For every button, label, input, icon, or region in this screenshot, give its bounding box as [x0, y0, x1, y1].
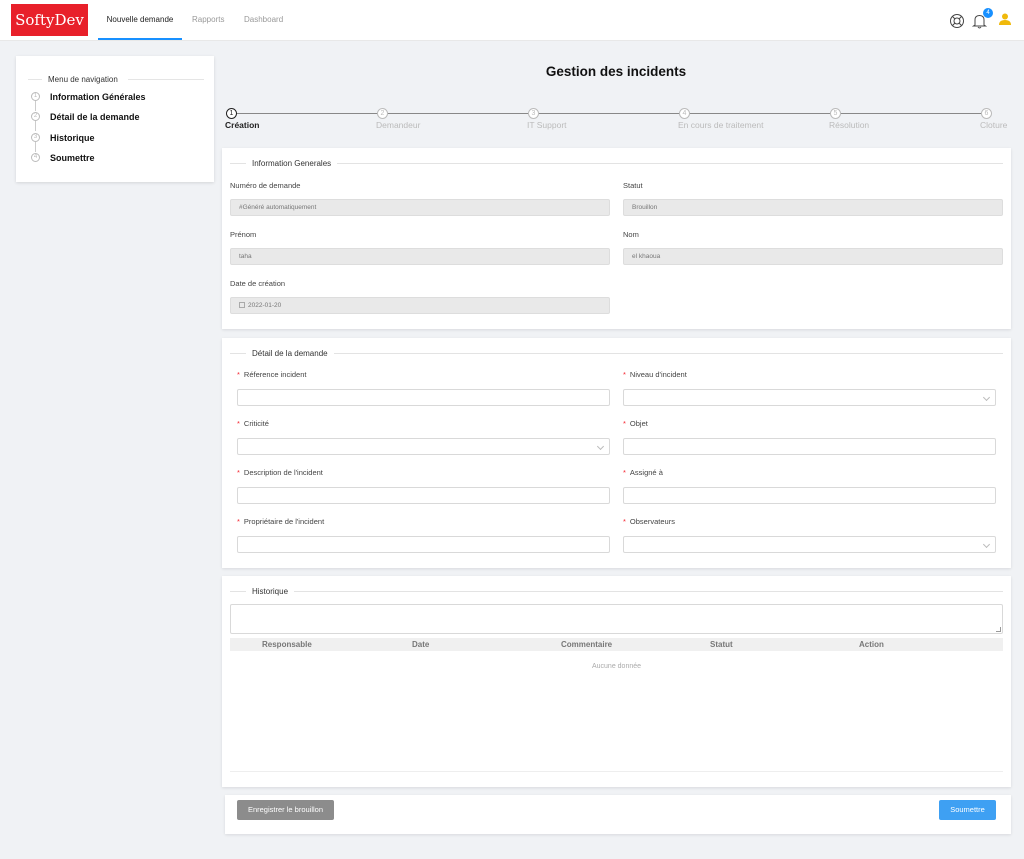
historique-table-header — [230, 638, 1003, 651]
actions-card — [225, 795, 1011, 834]
prenom-label: Prénom — [230, 230, 257, 239]
side-step-number: 3 — [31, 133, 40, 142]
observateurs-select[interactable] — [623, 536, 996, 553]
chevron-down-icon — [982, 393, 991, 402]
step-number: 1 — [226, 108, 237, 119]
date-creation-label: Date de création — [230, 279, 286, 288]
proprietaire-incident-label: * Propriétaire de l'incident — [237, 517, 325, 526]
table-bottom-divider — [230, 771, 1003, 772]
criticite-select[interactable] — [237, 438, 610, 455]
steps-progress-line — [236, 113, 981, 114]
notification-badge: 4 — [983, 8, 993, 18]
side-step-number: 2 — [31, 112, 40, 121]
save-draft-button[interactable]: Enregistrer le brouillon — [237, 800, 334, 820]
chevron-down-icon — [982, 540, 991, 549]
legend-divider — [230, 591, 1003, 592]
page-title: Gestion des incidents — [545, 64, 687, 79]
historique-comment-textarea[interactable] — [230, 604, 1003, 634]
nav-dashboard[interactable]: Dashboard — [244, 0, 283, 40]
step-en-cours[interactable]: En cours de traitement — [678, 120, 764, 130]
step-demandeur[interactable]: Demandeur — [376, 120, 420, 130]
step-number: 6 — [981, 108, 992, 119]
sidebar-item-information-generales[interactable]: Information Générales — [50, 92, 146, 102]
submit-button[interactable]: Soumettre — [939, 800, 996, 820]
step-number: 4 — [679, 108, 690, 119]
nom-label: Nom — [623, 230, 639, 239]
reference-incident-input[interactable] — [237, 389, 610, 406]
statut-label: Statut — [623, 181, 643, 190]
step-cloture[interactable]: Cloture — [980, 120, 1007, 130]
information-generales-legend: Information Generales — [246, 159, 338, 168]
table-empty-message: Aucune donnée — [591, 663, 642, 670]
support-lifebuoy-icon[interactable] — [949, 13, 965, 29]
step-it-support[interactable]: IT Support — [527, 120, 567, 130]
historique-legend: Historique — [246, 587, 295, 596]
calendar-icon — [239, 302, 245, 308]
nav-rapports[interactable]: Rapports — [192, 0, 224, 40]
side-step-connector — [35, 121, 36, 131]
criticite-label: * Criticité — [237, 419, 269, 428]
assigne-label: * Assigné à — [623, 468, 663, 477]
softydev-logo[interactable]: SoftyDev — [11, 4, 88, 36]
side-title-divider-right — [128, 79, 204, 80]
step-creation[interactable]: Création — [225, 120, 259, 130]
step-number: 2 — [377, 108, 388, 119]
navigation-menu-title: Menu de navigation — [48, 75, 118, 84]
prenom-field[interactable]: taha — [230, 248, 610, 265]
sidebar-item-historique[interactable]: Historique — [50, 133, 95, 143]
reference-incident-label: * Réference incident — [237, 370, 307, 379]
user-avatar-icon[interactable] — [999, 13, 1011, 25]
side-step-number: 4 — [31, 153, 40, 162]
proprietaire-incident-input[interactable] — [237, 536, 610, 553]
top-header: SoftyDev Nouvelle demande Rapports Dashb… — [0, 0, 1024, 41]
chevron-down-icon — [596, 442, 605, 451]
sidebar-item-soumettre[interactable]: Soumettre — [50, 153, 95, 163]
side-step-connector — [35, 142, 36, 152]
column-header-action[interactable]: Action — [859, 640, 884, 649]
resize-handle-icon[interactable] — [996, 627, 1001, 632]
detail-demande-legend: Détail de la demande — [246, 349, 334, 358]
sidebar-item-detail-demande[interactable]: Détail de la demande — [50, 112, 140, 122]
niveau-incident-label: * Niveau d'incident — [623, 370, 687, 379]
side-step-connector — [35, 101, 36, 111]
legend-divider — [230, 353, 1003, 354]
date-creation-value: 2022-01-20 — [248, 302, 282, 309]
assigne-input[interactable] — [623, 487, 996, 504]
description-incident-input[interactable] — [237, 487, 610, 504]
side-step-number: 1 — [31, 92, 40, 101]
objet-input[interactable] — [623, 438, 996, 455]
step-number: 5 — [830, 108, 841, 119]
column-header-statut[interactable]: Statut — [710, 640, 733, 649]
column-header-date[interactable]: Date — [412, 640, 429, 649]
nav-nouvelle-demande[interactable]: Nouvelle demande — [98, 0, 182, 40]
statut-field[interactable]: Brouillon — [623, 199, 1003, 216]
column-header-responsable[interactable]: Responsable — [262, 640, 312, 649]
description-incident-label: * Description de l'incident — [237, 468, 323, 477]
date-creation-field[interactable]: 2022-01-20 — [230, 297, 610, 314]
numero-demande-field[interactable]: #Généré automatiquement — [230, 199, 610, 216]
column-header-commentaire[interactable]: Commentaire — [561, 640, 612, 649]
objet-label: * Objet — [623, 419, 648, 428]
niveau-incident-select[interactable] — [623, 389, 996, 406]
step-number: 3 — [528, 108, 539, 119]
nom-field[interactable]: el khaoua — [623, 248, 1003, 265]
numero-demande-label: Numéro de demande — [230, 181, 301, 190]
legend-divider — [230, 163, 1003, 164]
observateurs-label: * Observateurs — [623, 517, 675, 526]
step-resolution[interactable]: Résolution — [829, 120, 869, 130]
side-title-divider-left — [28, 79, 42, 80]
